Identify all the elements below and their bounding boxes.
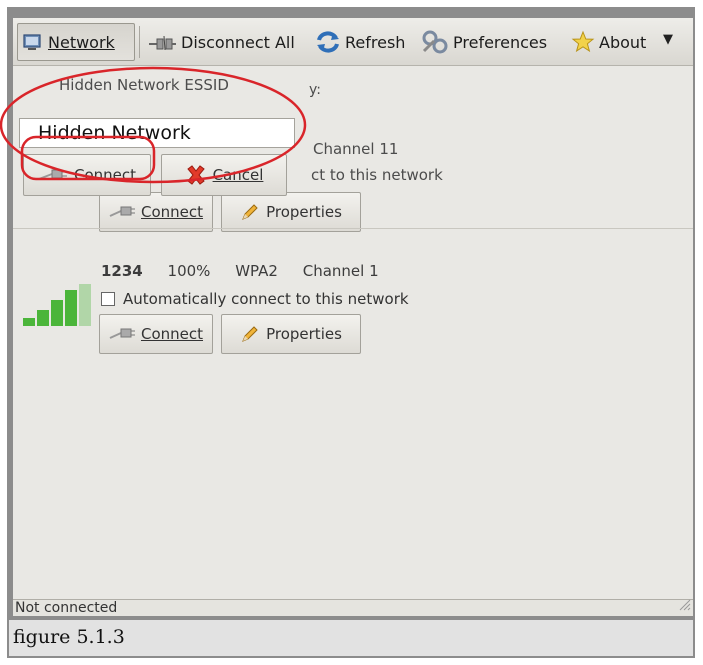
cancel-label: Cancel bbox=[212, 166, 264, 184]
figure-caption: figure 5.1.3 bbox=[9, 620, 693, 656]
network-label: Network bbox=[48, 32, 115, 52]
toolbar-separator bbox=[139, 26, 140, 58]
network-encryption: WPA2 bbox=[235, 262, 278, 280]
properties-label: Properties bbox=[266, 325, 342, 343]
toolbar: Network Disconnect All Refresh Preferenc… bbox=[13, 18, 693, 66]
plug-icon bbox=[109, 326, 135, 342]
network-divider bbox=[13, 228, 693, 229]
properties-button[interactable]: Properties bbox=[221, 314, 361, 354]
cancel-x-icon bbox=[185, 164, 207, 186]
signal-strength-icon bbox=[23, 284, 91, 326]
refresh-button[interactable]: Refresh bbox=[311, 23, 409, 61]
star-icon bbox=[571, 30, 595, 54]
obscured-connect-label: Connect bbox=[140, 203, 204, 221]
obscured-connect-button[interactable]: Connect bbox=[99, 192, 213, 232]
status-bar: Not connected bbox=[13, 599, 693, 616]
plug-icon bbox=[109, 204, 135, 220]
about-label: About bbox=[599, 32, 647, 52]
auto-connect-row[interactable]: Automatically connect to this network bbox=[101, 290, 409, 308]
connect-label: Connect bbox=[140, 325, 204, 343]
auto-connect-checkbox[interactable] bbox=[101, 292, 115, 306]
network-essid: 1234 bbox=[101, 262, 143, 280]
resize-grip-icon[interactable] bbox=[677, 597, 691, 615]
connect-button[interactable]: Connect bbox=[99, 314, 213, 354]
disconnect-all-label: Disconnect All bbox=[181, 32, 295, 52]
hidden-connect-label: Connect bbox=[73, 166, 137, 184]
preferences-button[interactable]: Preferences bbox=[417, 23, 551, 61]
network-signal: 100% bbox=[167, 262, 211, 280]
obscured-properties-button[interactable]: Properties bbox=[221, 192, 361, 232]
network-channel: Channel 1 bbox=[302, 262, 379, 280]
pencil-icon bbox=[240, 202, 260, 222]
essid-input[interactable]: Hidden Network bbox=[19, 118, 295, 148]
obscured-label-fragment: y: bbox=[309, 82, 321, 98]
obscured-network-channel: Channel 11 bbox=[313, 140, 399, 158]
hidden-connect-button[interactable]: Connect bbox=[23, 154, 151, 196]
refresh-label: Refresh bbox=[345, 32, 406, 52]
status-text: Not connected bbox=[15, 600, 118, 616]
obscured-properties-label: Properties bbox=[266, 203, 342, 221]
wicd-window: Network Disconnect All Refresh Preferenc… bbox=[13, 18, 693, 616]
preferences-icon bbox=[421, 29, 449, 55]
preferences-label: Preferences bbox=[453, 32, 548, 52]
obscured-auto-connect-fragment: ct to this network bbox=[311, 166, 443, 184]
essid-label: Hidden Network ESSID bbox=[59, 76, 229, 94]
auto-connect-label: Automatically connect to this network bbox=[123, 290, 409, 308]
cancel-button[interactable]: Cancel bbox=[161, 154, 287, 196]
plug-icon bbox=[38, 167, 68, 183]
about-button[interactable]: About bbox=[567, 23, 650, 61]
network-button[interactable]: Network bbox=[17, 23, 135, 61]
disconnect-icon bbox=[147, 32, 177, 52]
disconnect-all-button[interactable]: Disconnect All bbox=[143, 23, 299, 61]
pencil-icon bbox=[240, 324, 260, 344]
network-list-panel: y: Channel 11 ct to this network Connect… bbox=[13, 66, 693, 599]
network-1234-info: 1234 100% WPA2 Channel 1 bbox=[101, 262, 399, 280]
network-icon bbox=[22, 32, 44, 52]
refresh-icon bbox=[315, 30, 341, 54]
toolbar-overflow-menu[interactable]: ▼ bbox=[663, 32, 673, 47]
